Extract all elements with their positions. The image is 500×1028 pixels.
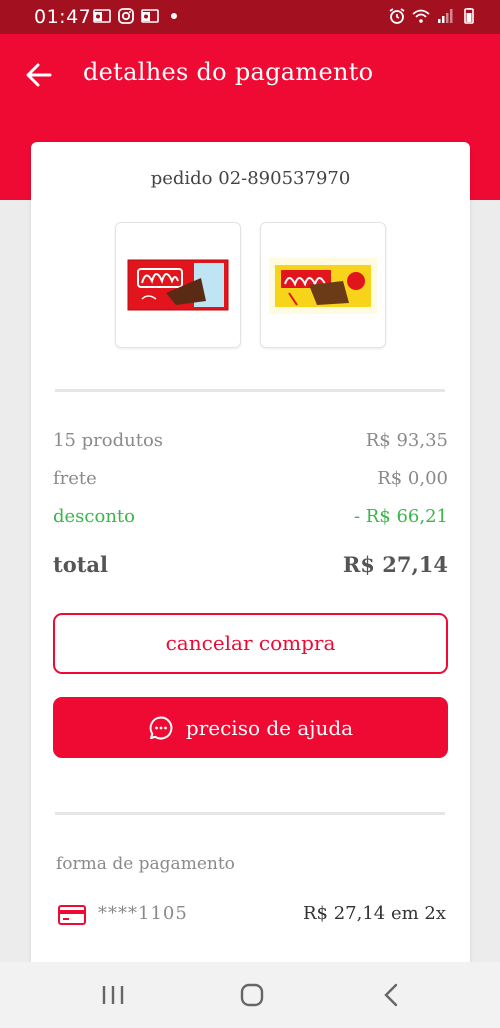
- back-icon[interactable]: [377, 981, 407, 1009]
- recent-apps-icon[interactable]: [98, 981, 128, 1009]
- products-value: R$ 93,35: [365, 430, 448, 451]
- page-title: detalhes do pagamento: [83, 58, 374, 86]
- product-thumbnail-garoto[interactable]: [260, 222, 386, 348]
- notification-dot-icon: [171, 13, 177, 19]
- help-button-label: preciso de ajuda: [185, 715, 354, 740]
- battery-icon: [464, 8, 474, 24]
- discount-label: desconto: [53, 506, 135, 527]
- status-system-icons: [388, 8, 478, 24]
- payment-method-heading: forma de pagamento: [56, 854, 235, 874]
- total-value: R$ 27,14: [342, 552, 448, 577]
- status-notification-icons: [93, 8, 177, 24]
- back-arrow-icon[interactable]: [22, 60, 56, 90]
- instagram-icon: [118, 8, 134, 24]
- order-number: pedido 02-890537970: [150, 168, 351, 189]
- order-details-card: pedido 02-890537970 15 produtos R$ 93,35…: [31, 142, 470, 972]
- credit-card-icon: [58, 905, 86, 925]
- product-thumbnail-nestle[interactable]: [115, 222, 241, 348]
- status-bar: 01:47: [0, 0, 500, 34]
- total-label: total: [53, 552, 108, 577]
- payment-method-row: ****1105 R$ 27,14 em 2x: [56, 900, 446, 930]
- section-divider: [55, 389, 445, 392]
- discount-value: - R$ 66,21: [353, 506, 448, 527]
- chat-bubble-icon: [149, 716, 173, 739]
- shipping-label: frete: [53, 468, 97, 489]
- home-icon[interactable]: [237, 981, 267, 1009]
- alarm-icon: [389, 8, 405, 24]
- wifi-icon: [412, 9, 430, 23]
- card-number-masked: ****1105: [98, 903, 188, 924]
- outlook-icon: [93, 9, 111, 23]
- garoto-chocolate-bar-icon: [269, 258, 377, 314]
- status-time: 01:47: [34, 6, 92, 28]
- system-nav-bar: [0, 962, 500, 1028]
- nestle-chocolate-bar-icon: [127, 259, 229, 311]
- payment-amount: R$ 27,14 em 2x: [302, 903, 446, 924]
- products-label: 15 produtos: [53, 430, 164, 451]
- shipping-value: R$ 0,00: [377, 468, 448, 489]
- outlook-icon: [141, 9, 159, 23]
- section-divider: [55, 812, 445, 815]
- cancel-order-button[interactable]: cancelar compra: [53, 613, 448, 674]
- help-button[interactable]: preciso de ajuda: [53, 697, 448, 758]
- signal-icon: [438, 9, 453, 23]
